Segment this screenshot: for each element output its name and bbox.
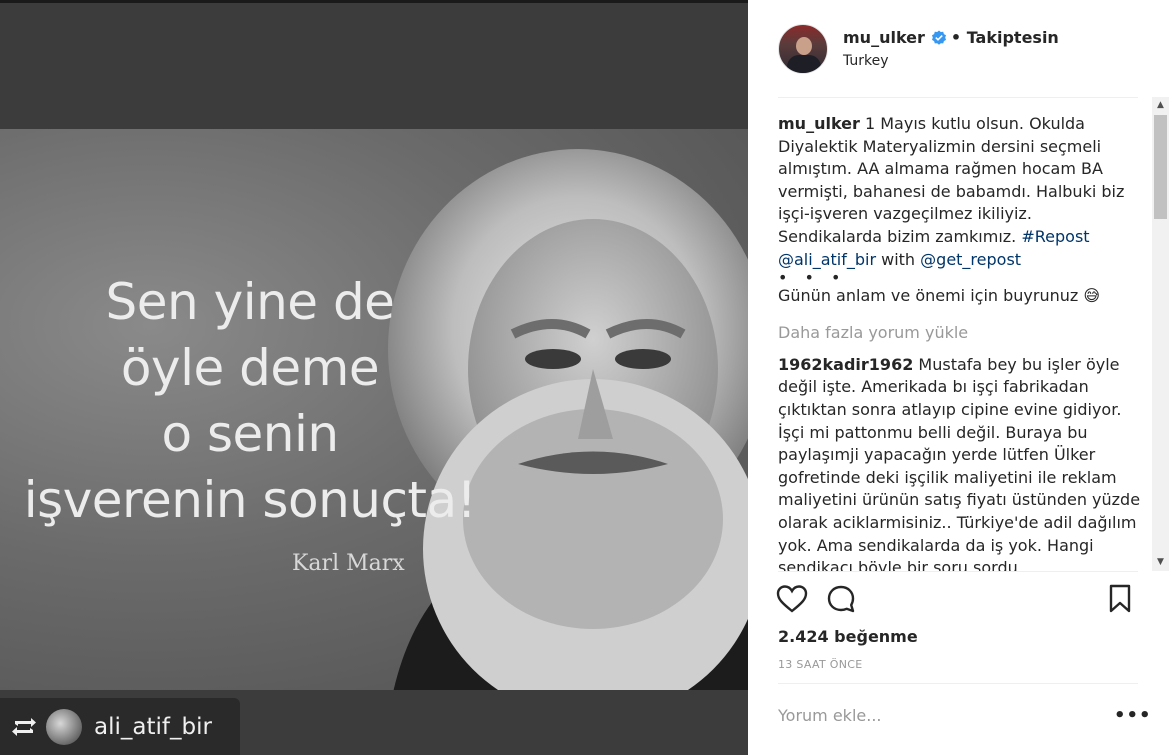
comments-list[interactable]: mu_ulker 1 Mayıs kutlu olsun. Okulda Diy…: [778, 113, 1148, 571]
bookmark-icon[interactable]: [1108, 584, 1132, 614]
mention-link[interactable]: @get_repost: [920, 250, 1021, 269]
caption-username[interactable]: mu_ulker: [778, 114, 860, 133]
caption-with: with: [876, 249, 921, 269]
quote-line: öyle deme: [120, 339, 380, 397]
scroll-down-icon[interactable]: ▼: [1152, 554, 1169, 571]
repost-avatar: [46, 708, 82, 745]
more-options-icon[interactable]: •••: [1114, 705, 1152, 726]
quote-signature: Karl Marx: [292, 551, 405, 576]
repost-username: ali_atif_bir: [94, 713, 212, 740]
scrollbar-thumb[interactable]: [1154, 115, 1167, 219]
post-location[interactable]: Turkey: [843, 53, 889, 69]
divider: [778, 571, 1138, 572]
divider: [778, 97, 1138, 98]
comment-username[interactable]: 1962kadir1962: [778, 355, 913, 374]
author-avatar[interactable]: [778, 24, 828, 74]
heart-icon[interactable]: [776, 584, 808, 614]
post-viewer: Sen yine de öyle deme o senin işverenin …: [0, 0, 1169, 755]
scroll-up-icon[interactable]: ▲: [1152, 97, 1169, 114]
caption-extra: Günün anlam ve önemi için buyrunuz 😅: [778, 286, 1101, 306]
post-header: mu_ulker • Takiptesin Turkey: [748, 0, 1169, 97]
comments-scrollbar[interactable]: ▲ ▼: [1152, 97, 1169, 571]
post-details-panel: mu_ulker • Takiptesin Turkey mu_ulker 1 …: [748, 0, 1169, 755]
quote-line: işverenin sonuçta!: [23, 471, 477, 529]
post-photo[interactable]: Sen yine de öyle deme o senin işverenin …: [0, 129, 748, 690]
verified-badge-icon: [931, 30, 946, 45]
comment-text: Mustafa bey bu işler öyle değil işte. Am…: [778, 354, 1141, 571]
comment-item: 1962kadir1962 Mustafa bey bu işler öyle …: [778, 354, 1148, 571]
post-image-pane: Sen yine de öyle deme o senin işverenin …: [0, 0, 748, 755]
avatar-suit: [787, 55, 821, 73]
hashtag-link[interactable]: #Repost: [1021, 227, 1089, 246]
likes-count[interactable]: 2.424 beğenme: [778, 627, 918, 646]
post-timestamp[interactable]: 13 SAAT ÖNCE: [778, 658, 863, 671]
quote-line: Sen yine de: [105, 273, 395, 331]
author-row: mu_ulker • Takiptesin: [843, 28, 1059, 47]
load-more-comments[interactable]: Daha fazla yorum yükle: [778, 322, 1148, 344]
top-strip: [0, 0, 748, 3]
quote-line: o senin: [161, 405, 339, 463]
repost-icon: [12, 717, 36, 736]
action-bar: [776, 584, 1136, 616]
caption: mu_ulker 1 Mayıs kutlu olsun. Okulda Diy…: [778, 113, 1148, 308]
quote-text: Sen yine de öyle deme o senin işverenin …: [0, 269, 500, 533]
divider: [778, 683, 1138, 684]
author-username[interactable]: mu_ulker: [843, 28, 925, 47]
caption-dots: • • •: [778, 268, 847, 288]
add-comment-input[interactable]: Yorum ekle...: [778, 706, 881, 725]
avatar-face: [796, 37, 812, 55]
mention-link[interactable]: @ali_atif_bir: [778, 250, 876, 269]
follow-status[interactable]: • Takiptesin: [951, 28, 1059, 47]
comment-bubble-icon[interactable]: [826, 584, 856, 614]
repost-badge: ali_atif_bir: [0, 698, 240, 755]
